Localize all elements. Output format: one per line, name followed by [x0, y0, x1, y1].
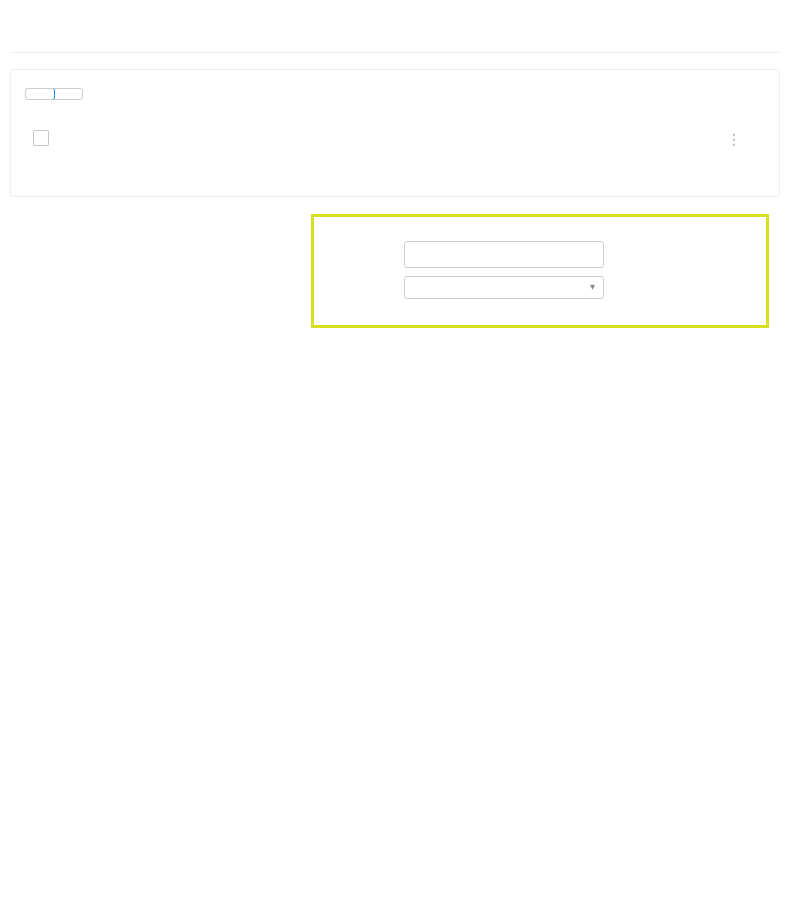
column-menu-icon[interactable]: ⋮	[727, 132, 741, 148]
ports-card: ⋮ ▾	[10, 69, 780, 197]
col-name	[133, 118, 283, 162]
tab-bar	[10, 52, 780, 53]
edit-port-popover: ▾	[311, 214, 769, 328]
toggle-lag[interactable]	[54, 89, 82, 99]
select-all-checkbox[interactable]	[33, 130, 49, 146]
toggle-port[interactable]	[25, 88, 55, 100]
profile-select[interactable]: ▾	[404, 276, 604, 299]
col-status	[283, 118, 423, 162]
col-profile	[423, 118, 655, 162]
col-num	[61, 118, 133, 162]
name-field[interactable]	[404, 241, 604, 268]
chevron-down-icon: ▾	[590, 282, 595, 293]
ports-table: ⋮	[25, 118, 765, 162]
port-lag-toggle	[25, 88, 83, 100]
col-action: ⋮	[655, 118, 765, 162]
port-grid	[10, 10, 780, 18]
